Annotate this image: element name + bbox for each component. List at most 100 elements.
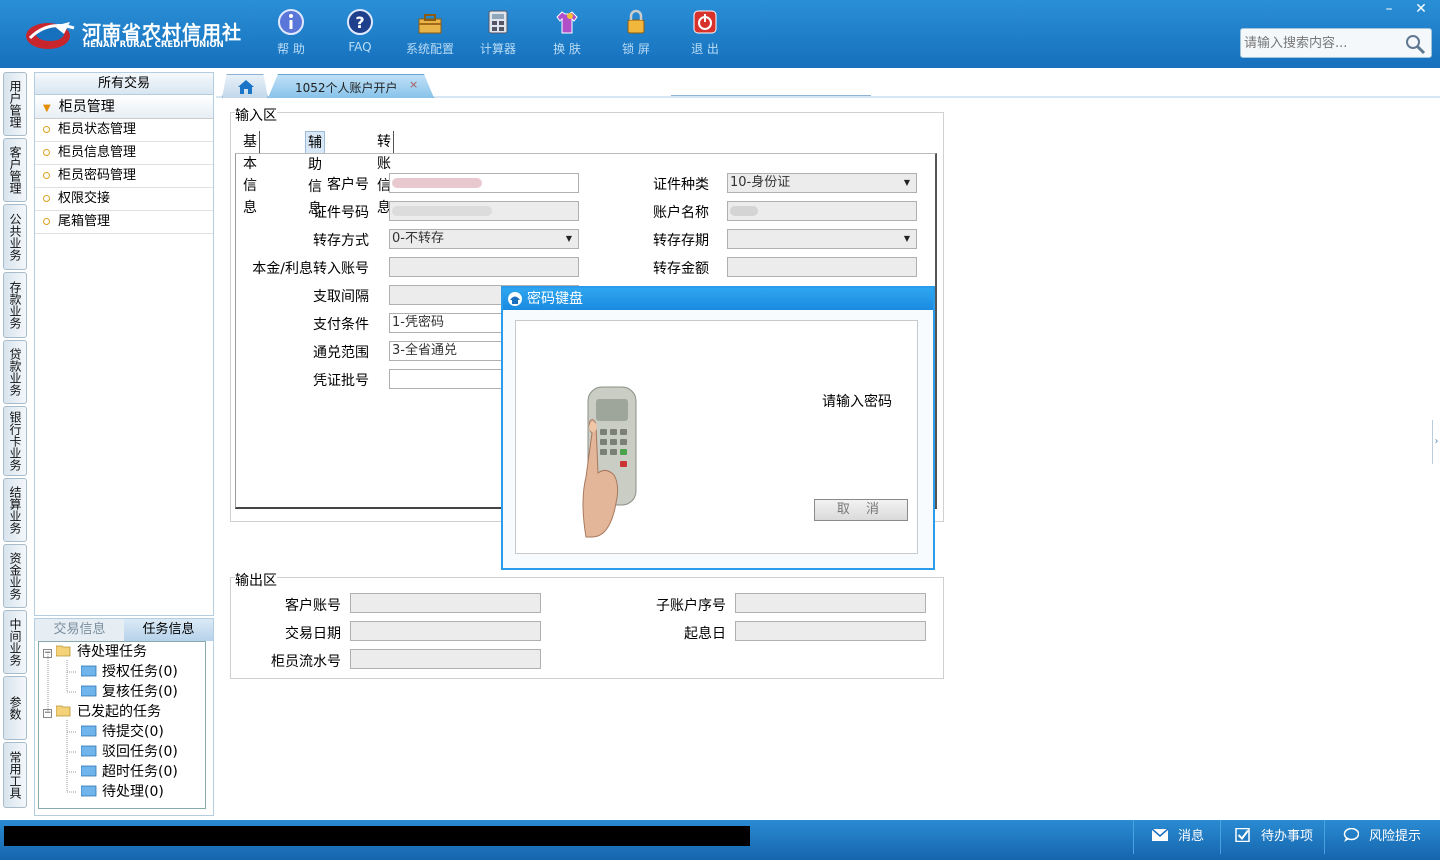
vtab-intermediary-business[interactable]: 中间业务 xyxy=(3,610,27,674)
input-area-title: 输入区 xyxy=(235,105,277,125)
minimize-button[interactable]: – xyxy=(1374,0,1404,20)
id-type-label: 证件种类 xyxy=(653,177,709,193)
tab-trade-info[interactable]: 交易信息 xyxy=(35,619,124,641)
id-no-field[interactable] xyxy=(389,201,579,221)
vtab-parameters[interactable]: 参数 xyxy=(3,676,27,740)
bullet-icon xyxy=(43,195,50,202)
lock-screen-label: 锁 屏 xyxy=(622,42,650,56)
tab-close-icon[interactable]: × xyxy=(409,78,418,91)
bullet-icon xyxy=(43,172,50,179)
menu-item-tail-box[interactable]: 尾箱管理 xyxy=(35,211,213,234)
id-no-label: 证件号码 xyxy=(313,205,369,221)
sub-account-no-field[interactable] xyxy=(735,593,926,613)
system-config-button[interactable]: 系统配置 xyxy=(397,8,463,60)
vtab-card-business[interactable]: 银行卡业务 xyxy=(3,406,27,476)
collapse-icon[interactable]: − xyxy=(43,709,52,718)
subtab-aux-info[interactable]: 辅助信息 xyxy=(305,131,325,217)
skin-button[interactable]: 换 肤 xyxy=(534,8,600,60)
tree-node-review-tasks[interactable]: 复核任务(0) xyxy=(81,682,178,702)
collapse-icon[interactable]: − xyxy=(43,649,52,658)
faq-button[interactable]: ? FAQ xyxy=(327,8,393,60)
menu-item-permission-handover[interactable]: 权限交接 xyxy=(35,188,213,211)
vtab-user-management[interactable]: 用户管理 xyxy=(3,72,27,136)
rollover-term-select[interactable]: ▼ xyxy=(727,229,917,249)
tree-node-to-submit[interactable]: 待提交(0) xyxy=(81,722,164,742)
speech-bubble-icon xyxy=(1343,828,1359,842)
menu-item-teller-password[interactable]: 柜员密码管理 xyxy=(35,165,213,188)
trade-date-field[interactable] xyxy=(350,621,541,641)
transfer-account-field[interactable] xyxy=(389,257,579,277)
id-type-select[interactable]: 10-身份证 ▼ xyxy=(727,173,917,193)
calculator-label: 计算器 xyxy=(479,42,516,56)
messages-button[interactable]: 消息 xyxy=(1133,820,1229,854)
tab-label: 1052个人账户开户 xyxy=(295,81,398,95)
subtab-basic-info[interactable]: 基本信息 xyxy=(241,131,260,216)
vtab-public-business[interactable]: 公共业务 xyxy=(3,204,27,270)
transaction-menu: 所有交易 ▼ 柜员管理 柜员状态管理 柜员信息管理 柜员密码管理 权限交接 尾箱管… xyxy=(34,72,214,616)
menu-header[interactable]: 所有交易 xyxy=(35,73,213,95)
collapse-right-panel-button[interactable]: › xyxy=(1432,420,1440,464)
task-tree: − 待处理任务 授权任务(0) 复核任务(0) − 已发起的任务 待提交(0) 驳回… xyxy=(38,641,206,809)
value-date-field[interactable] xyxy=(735,621,926,641)
chevron-right-icon: › xyxy=(1434,436,1439,447)
subtab-transfer-info[interactable]: 转账信息 xyxy=(375,131,394,216)
customer-account-field[interactable] xyxy=(350,593,541,613)
vtab-common-tools[interactable]: 常用工具 xyxy=(3,742,27,808)
expand-arrow-icon: ▼ xyxy=(43,103,51,114)
faq-label: FAQ xyxy=(348,40,372,54)
output-area-title: 输出区 xyxy=(235,570,277,590)
transfer-amount-field[interactable] xyxy=(727,257,917,277)
tree-node-timeout[interactable]: 超时任务(0) xyxy=(81,762,178,782)
folder-open-icon xyxy=(56,705,71,717)
rollover-mode-select[interactable]: 0-不转存 ▼ xyxy=(389,229,579,249)
lock-icon xyxy=(627,9,645,34)
logo: 河南省农村信用社 HENAN RURAL CREDIT UNION xyxy=(24,14,241,54)
dialog-titlebar[interactable]: 密码键盘 xyxy=(503,288,933,310)
calculator-button[interactable]: 计算器 xyxy=(465,8,531,60)
task-panel: 交易信息 任务信息 − 待处理任务 授权任务(0) 复核任务(0) − 已发起的任务… xyxy=(34,618,214,816)
todo-button[interactable]: 待办事项 xyxy=(1220,820,1324,854)
tree-node-pending[interactable]: − 待处理任务 xyxy=(43,642,147,662)
pin-pad-hand-illustration xyxy=(582,386,637,538)
lock-screen-button[interactable]: 锁 屏 xyxy=(603,8,669,60)
tab-task-info[interactable]: 任务信息 xyxy=(124,619,213,641)
dialog-title: 密码键盘 xyxy=(527,291,583,307)
sub-account-no-label: 子账户序号 xyxy=(656,598,726,614)
search-icon[interactable] xyxy=(1403,32,1427,56)
tab-home[interactable] xyxy=(222,74,268,98)
customer-account-label: 客户账号 xyxy=(285,598,341,614)
tree-node-initiated[interactable]: − 已发起的任务 xyxy=(43,702,161,722)
vtab-deposit-business[interactable]: 存款业务 xyxy=(3,272,27,338)
vtab-customer-management[interactable]: 客户管理 xyxy=(3,138,27,202)
customer-no-field[interactable] xyxy=(389,173,579,193)
module-tabs: 用户管理 客户管理 公共业务 存款业务 贷款业务 银行卡业务 结算业务 资金业务… xyxy=(0,68,32,820)
menu-group-teller-management[interactable]: ▼ 柜员管理 xyxy=(35,95,213,119)
withdraw-interval-label: 支取间隔 xyxy=(313,289,369,305)
tree-node-to-process[interactable]: 待处理(0) xyxy=(81,782,164,802)
dropdown-arrow-icon: ▼ xyxy=(903,178,910,187)
rollover-mode-label: 转存方式 xyxy=(313,233,369,249)
vtab-loan-business[interactable]: 贷款业务 xyxy=(3,340,27,404)
teller-serial-field[interactable] xyxy=(350,649,541,669)
search-input[interactable] xyxy=(1244,34,1404,52)
menu-item-teller-info[interactable]: 柜员信息管理 xyxy=(35,142,213,165)
exit-button[interactable]: 退 出 xyxy=(672,8,738,60)
value-date-label: 起息日 xyxy=(684,626,726,642)
close-window-button[interactable]: ✕ xyxy=(1406,0,1436,20)
checkbox-icon xyxy=(1235,828,1250,842)
tree-node-auth-tasks[interactable]: 授权任务(0) xyxy=(81,662,178,682)
risk-alert-button[interactable]: 风险提示 xyxy=(1324,820,1440,854)
vtab-fund-business[interactable]: 资金业务 xyxy=(3,544,27,608)
account-name-field[interactable] xyxy=(727,201,917,221)
search-box xyxy=(1240,28,1432,58)
trade-date-label: 交易日期 xyxy=(285,626,341,642)
help-button[interactable]: 帮 助 xyxy=(258,8,324,60)
vtab-settlement-business[interactable]: 结算业务 xyxy=(3,478,27,542)
info-icon xyxy=(278,9,304,35)
folder-icon xyxy=(81,785,97,797)
tab-account-opening[interactable]: 1052个人账户开户 × xyxy=(268,74,434,98)
logo-text-en: HENAN RURAL CREDIT UNION xyxy=(83,40,224,50)
tree-node-rejected[interactable]: 驳回任务(0) xyxy=(81,742,178,762)
menu-item-teller-status[interactable]: 柜员状态管理 xyxy=(35,119,213,142)
cancel-button[interactable]: 取 消 xyxy=(814,499,908,521)
